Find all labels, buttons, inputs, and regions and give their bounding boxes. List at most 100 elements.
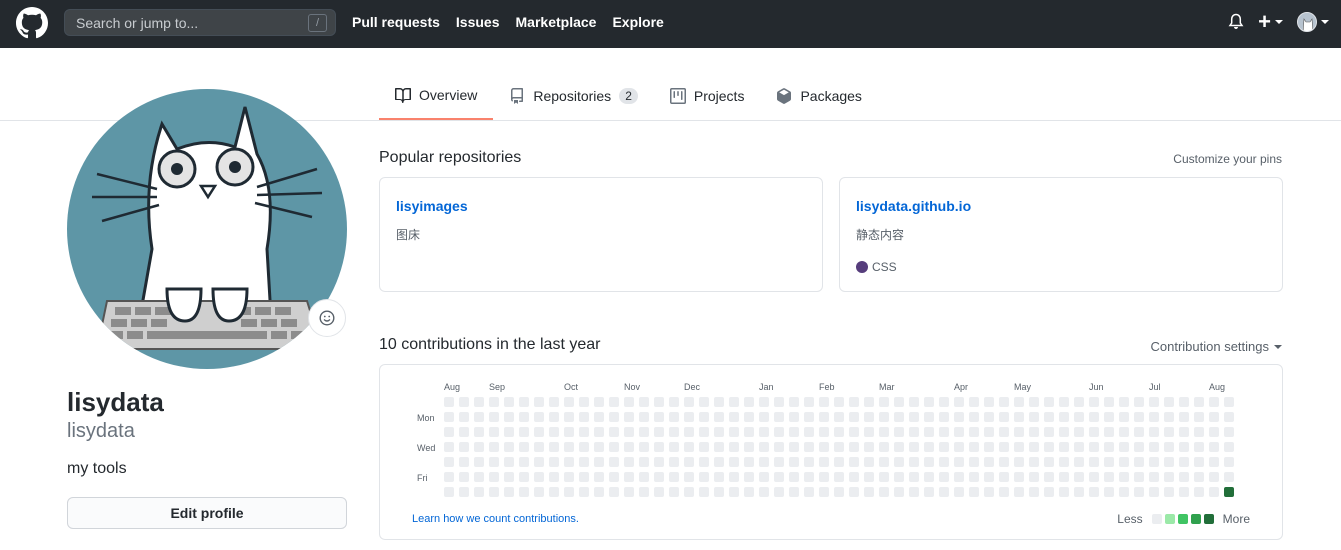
contribution-day[interactable] [999, 487, 1009, 497]
contribution-day[interactable] [1029, 397, 1039, 407]
contribution-day[interactable] [1149, 427, 1159, 437]
contribution-day[interactable] [669, 412, 679, 422]
contribution-day[interactable] [579, 442, 589, 452]
contribution-day[interactable] [699, 427, 709, 437]
contribution-day[interactable] [969, 397, 979, 407]
contribution-day[interactable] [909, 397, 919, 407]
contribution-day[interactable] [459, 472, 469, 482]
contribution-day[interactable] [669, 397, 679, 407]
contribution-day[interactable] [804, 487, 814, 497]
contribution-day[interactable] [729, 472, 739, 482]
contribution-day[interactable] [1149, 442, 1159, 452]
contribution-day[interactable] [954, 397, 964, 407]
contribution-day[interactable] [1134, 397, 1144, 407]
contribution-day[interactable] [1224, 442, 1234, 452]
contribution-day[interactable] [1089, 487, 1099, 497]
contribution-day[interactable] [639, 457, 649, 467]
contribution-day[interactable] [489, 487, 499, 497]
contribution-day[interactable] [534, 442, 544, 452]
contribution-day[interactable] [624, 412, 634, 422]
contribution-day[interactable] [1179, 457, 1189, 467]
contribution-day[interactable] [564, 427, 574, 437]
contribution-day[interactable] [699, 472, 709, 482]
create-new-menu[interactable]: + [1258, 11, 1283, 33]
contribution-day[interactable] [1194, 397, 1204, 407]
contribution-day[interactable] [459, 412, 469, 422]
customize-pins-link[interactable]: Customize your pins [1173, 152, 1282, 166]
contribution-day[interactable] [504, 457, 514, 467]
contribution-settings-dropdown[interactable]: Contribution settings [1150, 339, 1282, 354]
contribution-day[interactable] [654, 427, 664, 437]
contribution-day[interactable] [909, 487, 919, 497]
contribution-day[interactable] [474, 487, 484, 497]
contribution-day[interactable] [639, 397, 649, 407]
contribution-day[interactable] [759, 397, 769, 407]
contribution-day[interactable] [789, 412, 799, 422]
contribution-day[interactable] [1029, 487, 1039, 497]
contribution-day[interactable] [939, 457, 949, 467]
contribution-day[interactable] [819, 487, 829, 497]
contribution-day[interactable] [954, 442, 964, 452]
contribution-day[interactable] [819, 442, 829, 452]
contribution-day[interactable] [789, 397, 799, 407]
contribution-day[interactable] [1179, 427, 1189, 437]
contribution-day[interactable] [744, 412, 754, 422]
contribution-day[interactable] [804, 472, 814, 482]
contribution-day[interactable] [1044, 442, 1054, 452]
contribution-day[interactable] [594, 412, 604, 422]
contribution-day[interactable] [759, 487, 769, 497]
contribution-day[interactable] [894, 472, 904, 482]
contribution-day[interactable] [819, 412, 829, 422]
contribution-day[interactable] [819, 427, 829, 437]
contribution-day[interactable] [699, 442, 709, 452]
contribution-day[interactable] [1119, 412, 1129, 422]
contribution-day[interactable] [834, 442, 844, 452]
contribution-day[interactable] [654, 472, 664, 482]
contribution-day[interactable] [1209, 442, 1219, 452]
repo-link[interactable]: lisydata.github.io [856, 198, 971, 214]
contribution-day[interactable] [1029, 427, 1039, 437]
contribution-day[interactable] [444, 457, 454, 467]
contribution-day[interactable] [969, 487, 979, 497]
contribution-day[interactable] [789, 472, 799, 482]
contribution-day[interactable] [1074, 487, 1084, 497]
contribution-day[interactable] [699, 487, 709, 497]
contribution-day[interactable] [864, 472, 874, 482]
contribution-day[interactable] [804, 442, 814, 452]
contribution-day[interactable] [774, 427, 784, 437]
contribution-day[interactable] [729, 457, 739, 467]
contribution-day[interactable] [1224, 427, 1234, 437]
contribution-day[interactable] [624, 397, 634, 407]
contribution-day[interactable] [519, 472, 529, 482]
contribution-day[interactable] [999, 472, 1009, 482]
contribution-day[interactable] [444, 472, 454, 482]
contribution-day[interactable] [519, 397, 529, 407]
tab-projects[interactable]: Projects [654, 72, 761, 120]
contribution-day[interactable] [789, 442, 799, 452]
contribution-day[interactable] [984, 427, 994, 437]
contribution-day[interactable] [1164, 472, 1174, 482]
contribution-day[interactable] [789, 487, 799, 497]
contribution-day[interactable] [954, 457, 964, 467]
contribution-day[interactable] [1164, 397, 1174, 407]
contribution-day[interactable] [549, 472, 559, 482]
contribution-day[interactable] [984, 412, 994, 422]
contribution-day[interactable] [774, 457, 784, 467]
contribution-day[interactable] [1149, 457, 1159, 467]
contribution-day[interactable] [849, 427, 859, 437]
contribution-day[interactable] [474, 397, 484, 407]
contribution-day[interactable] [1074, 457, 1084, 467]
contribution-day[interactable] [549, 397, 559, 407]
contribution-day[interactable] [849, 487, 859, 497]
contribution-day[interactable] [834, 457, 844, 467]
contribution-day[interactable] [654, 412, 664, 422]
contribution-day[interactable] [789, 457, 799, 467]
contribution-day[interactable] [1044, 397, 1054, 407]
contribution-day[interactable] [669, 457, 679, 467]
contribution-day[interactable] [759, 442, 769, 452]
contribution-day[interactable] [939, 442, 949, 452]
contribution-day[interactable] [489, 457, 499, 467]
contribution-day[interactable] [939, 487, 949, 497]
contribution-day[interactable] [864, 427, 874, 437]
contribution-day[interactable] [564, 457, 574, 467]
